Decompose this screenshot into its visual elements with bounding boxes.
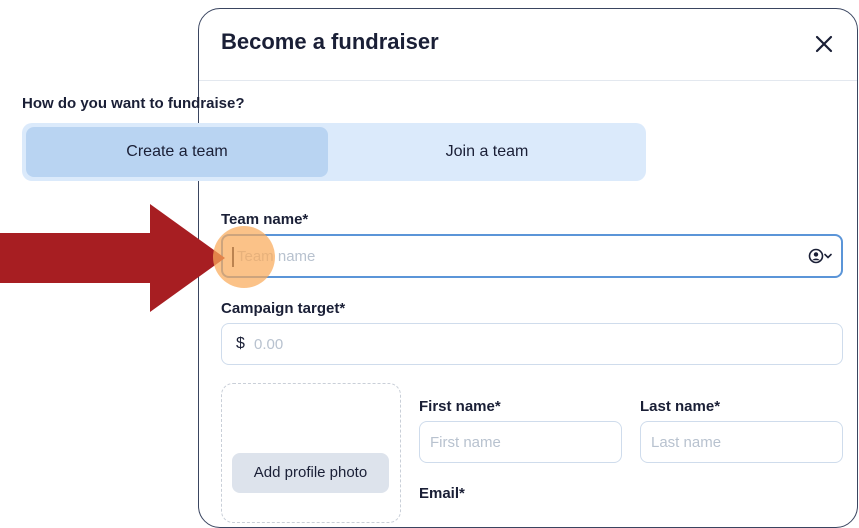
last-name-label: Last name* (640, 398, 721, 415)
close-icon[interactable] (811, 31, 837, 57)
modal-title: Become a fundraiser (221, 29, 439, 54)
currency-symbol: $ (236, 335, 245, 352)
fundraise-type-selector: Create a team Join a team (22, 123, 646, 181)
create-team-option[interactable]: Create a team (26, 127, 328, 177)
email-label: Email* (419, 485, 465, 502)
join-team-option[interactable]: Join a team (332, 127, 642, 177)
team-name-label: Team name* (221, 211, 309, 228)
team-name-input[interactable] (221, 234, 843, 278)
first-name-input[interactable] (419, 421, 622, 463)
user-circle-chevron-icon[interactable] (808, 248, 834, 264)
last-name-input[interactable] (640, 421, 843, 463)
modal-header: Become a fundraiser (199, 9, 857, 81)
campaign-target-label: Campaign target* (221, 300, 346, 317)
pointer-arrow (0, 204, 225, 312)
click-indicator (213, 226, 275, 288)
fundraise-question: How do you want to fundraise? (22, 95, 245, 112)
add-profile-photo-button[interactable]: Add profile photo (232, 453, 389, 493)
campaign-target-input[interactable] (221, 323, 843, 365)
first-name-label: First name* (419, 398, 501, 415)
